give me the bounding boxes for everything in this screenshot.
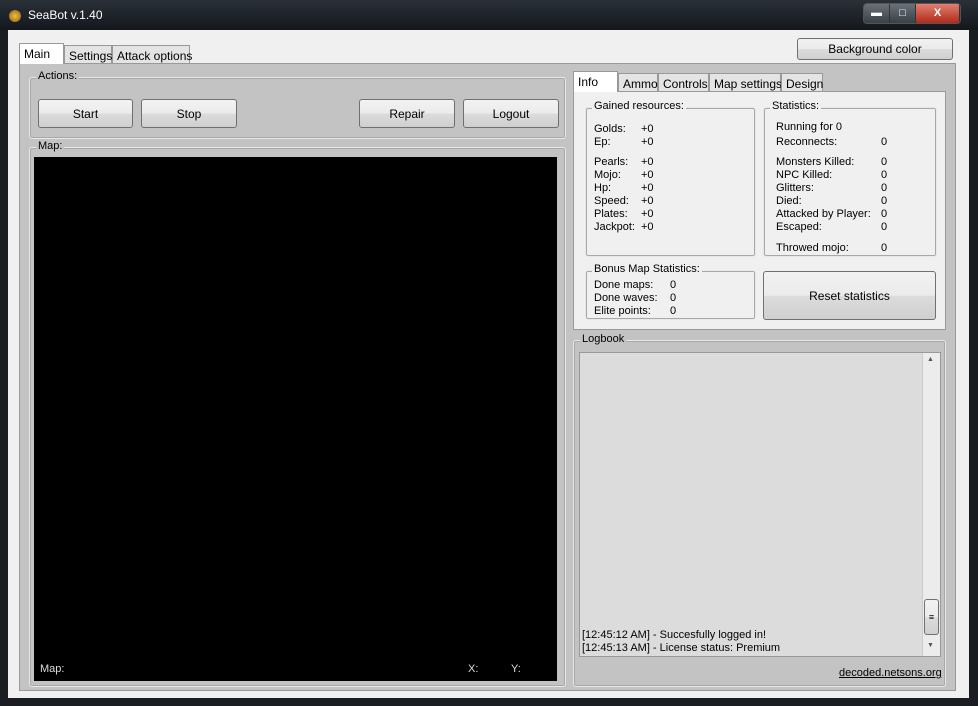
- npc-killed-value: 0: [881, 169, 888, 181]
- tab-map-settings[interactable]: Map settings: [709, 73, 782, 92]
- tab-main[interactable]: Main: [19, 43, 64, 64]
- elite-points-value: 0: [670, 305, 677, 317]
- golds-label: Golds:: [594, 123, 626, 135]
- log-line: [12:45:12 AM] - Succesfully logged in!: [582, 629, 767, 641]
- golds-value: +0: [641, 123, 654, 135]
- running-for: Running for 0: [776, 121, 843, 133]
- logbook-scrollbar[interactable]: ▲ ≡ ▼: [922, 353, 940, 656]
- plates-value: +0: [641, 208, 654, 220]
- bonus-map-label: Bonus Map Statistics:: [592, 263, 702, 275]
- tab-info[interactable]: Info: [573, 71, 618, 92]
- statistics-label: Statistics:: [770, 100, 822, 112]
- app-icon: [9, 10, 21, 22]
- jackpot-value: +0: [641, 221, 654, 233]
- logout-button[interactable]: Logout: [463, 99, 559, 128]
- reset-statistics-button[interactable]: Reset statistics: [763, 271, 936, 320]
- minimize-button[interactable]: ▬: [864, 4, 890, 23]
- background-color-button[interactable]: Background color: [797, 38, 953, 60]
- reconnects-value: 0: [881, 136, 888, 148]
- escaped-value: 0: [881, 221, 888, 233]
- pearls-value: +0: [641, 156, 654, 168]
- ep-value: +0: [641, 136, 654, 148]
- hp-value: +0: [641, 182, 654, 194]
- done-waves-value: 0: [670, 292, 677, 304]
- reconnects-label: Reconnects:: [776, 136, 838, 148]
- title-bar: [0, 0, 978, 30]
- website-link[interactable]: decoded.netsons.org: [839, 667, 942, 679]
- maximize-button[interactable]: □: [890, 4, 916, 23]
- map-name-label: Map:: [40, 663, 65, 675]
- map-label: Map:: [36, 140, 65, 152]
- map-y-label: Y:: [511, 663, 521, 675]
- pearls-label: Pearls:: [594, 156, 629, 168]
- died-value: 0: [881, 195, 888, 207]
- hp-label: Hp:: [594, 182, 612, 194]
- attacked-by-player-label: Attacked by Player:: [776, 208, 871, 220]
- gained-resources-list: Golds: +0 Ep: +0 Pearls: +0 Mojo: +0 Hp: +0 S…: [594, 123, 754, 253]
- logbook-label: Logbook: [580, 333, 627, 345]
- mojo-value: +0: [641, 169, 654, 181]
- map-canvas[interactable]: [34, 157, 557, 681]
- scroll-up-icon[interactable]: ▲: [927, 356, 934, 363]
- attacked-by-player-value: 0: [881, 208, 888, 220]
- escaped-label: Escaped:: [776, 221, 822, 233]
- gained-resources-label: Gained resources:: [592, 100, 686, 112]
- repair-button[interactable]: Repair: [359, 99, 455, 128]
- speed-value: +0: [641, 195, 654, 207]
- log-line: [12:45:13 AM] - License status: Premium: [582, 642, 781, 654]
- mojo-label: Mojo:: [594, 169, 621, 181]
- window-title: SeaBot v.1.40: [28, 8, 103, 22]
- plates-label: Plates:: [594, 208, 628, 220]
- tab-design[interactable]: Design: [781, 73, 823, 92]
- tab-settings[interactable]: Settings: [64, 45, 112, 64]
- actions-label: Actions:: [36, 70, 80, 82]
- bonus-map-list: Done maps: 0 Done waves: 0 Elite points: 0: [594, 279, 744, 319]
- done-waves-label: Done waves:: [594, 292, 658, 304]
- done-maps-label: Done maps:: [594, 279, 654, 291]
- window-controls: ▬ □ X: [863, 3, 961, 24]
- monsters-killed-value: 0: [881, 156, 888, 168]
- map-x-label: X:: [468, 663, 479, 675]
- start-button[interactable]: Start: [38, 99, 133, 128]
- tab-controls[interactable]: Controls: [658, 73, 709, 92]
- ep-label: Ep:: [594, 136, 611, 148]
- monsters-killed-label: Monsters Killed:: [776, 156, 855, 168]
- died-label: Died:: [776, 195, 802, 207]
- glitters-label: Glitters:: [776, 182, 814, 194]
- tab-ammo[interactable]: Ammo: [618, 73, 658, 92]
- throwed-mojo-label: Throwed mojo:: [776, 242, 849, 254]
- done-maps-value: 0: [670, 279, 677, 291]
- npc-killed-label: NPC Killed:: [776, 169, 833, 181]
- elite-points-label: Elite points:: [594, 305, 651, 317]
- glitters-value: 0: [881, 182, 888, 194]
- stop-button[interactable]: Stop: [141, 99, 237, 128]
- tab-attack-options[interactable]: Attack options: [112, 45, 192, 64]
- scroll-down-icon[interactable]: ▼: [927, 642, 934, 649]
- jackpot-label: Jackpot:: [594, 221, 635, 233]
- statistics-list: Running for 0 Reconnects: 0 Monsters Kill…: [776, 121, 936, 256]
- logbook-textbox[interactable]: [12:45:12 AM] - Succesfully logged in! […: [579, 352, 941, 657]
- close-button[interactable]: X: [916, 4, 960, 23]
- scroll-thumb[interactable]: ≡: [924, 599, 939, 635]
- throwed-mojo-value: 0: [881, 242, 888, 254]
- speed-label: Speed:: [594, 195, 629, 207]
